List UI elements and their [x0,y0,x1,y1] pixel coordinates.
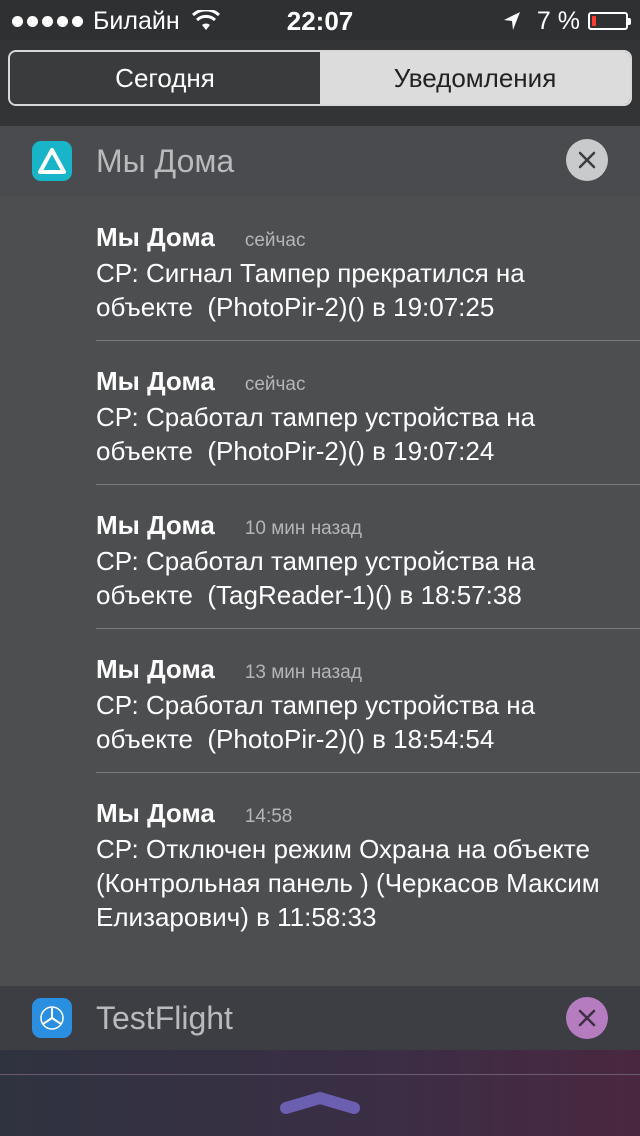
notification-time: сейчас [244,374,306,395]
notification-list: Мы Дома сейчас СР: Сигнал Тампер прекрат… [0,196,640,986]
divider [96,484,640,485]
divider [96,772,640,773]
notification-time: 10 мин назад [244,518,362,539]
battery-icon [588,12,631,30]
notification-body: СР: Отключен режим Охрана на объекте (Ко… [96,834,607,932]
notification-body: СР: Сработал тампер устройства на объект… [96,690,543,754]
notification-body: СР: Сработал тампер устройства на объект… [96,546,543,610]
triangle-app-icon [32,141,72,181]
status-bar: Билайн 22:07 7 % [0,0,640,40]
notification-time: 14:58 [244,806,293,827]
notification-item[interactable]: Мы Дома 14:58 СР: Отключен режим Охрана … [96,798,640,934]
app-title: TestFlight [96,999,233,1036]
testflight-icon [32,998,72,1038]
status-right: 7 % [503,6,631,36]
app-title: Мы Дома [96,142,235,179]
notification-time: сейчас [244,230,306,251]
notification-title: Мы Дома [96,510,215,540]
notification-item[interactable]: Мы Дома 10 мин назад СР: Сработал тампер… [96,510,640,612]
divider [96,340,640,341]
tab-notifications[interactable]: Уведомления [320,52,630,104]
close-icon [578,1009,596,1027]
bottom-area [0,1050,640,1136]
tab-today[interactable]: Сегодня [10,52,320,104]
notification-item[interactable]: Мы Дома сейчас СР: Сработал тампер устро… [96,366,640,468]
notification-time: 13 мин назад [244,662,362,683]
divider [0,1074,640,1075]
divider [96,628,640,629]
app-header-my-doma[interactable]: Мы Дома [0,126,640,196]
notification-item[interactable]: Мы Дома 13 мин назад СР: Сработал тампер… [96,654,640,756]
close-icon [578,151,596,169]
notification-title: Мы Дома [96,798,215,828]
location-arrow-icon [503,12,520,30]
segmented-control: Сегодня Уведомления [8,50,632,106]
chevron-up-handle-icon[interactable] [280,1090,360,1116]
clear-notifications-button[interactable] [566,139,608,181]
tab-bar: Сегодня Уведомления [0,40,640,126]
notification-body: СР: Сигнал Тампер прекратился на объекте… [96,258,532,322]
notification-title: Мы Дома [96,654,215,684]
battery-percent: 7 % [536,6,580,35]
notification-title: Мы Дома [96,222,215,252]
clear-notifications-button[interactable] [566,997,608,1039]
notification-body: СР: Сработал тампер устройства на объект… [96,402,543,466]
notification-title: Мы Дома [96,366,215,396]
app-header-testflight[interactable]: TestFlight [0,986,640,1050]
notification-item[interactable]: Мы Дома сейчас СР: Сигнал Тампер прекрат… [96,222,640,324]
